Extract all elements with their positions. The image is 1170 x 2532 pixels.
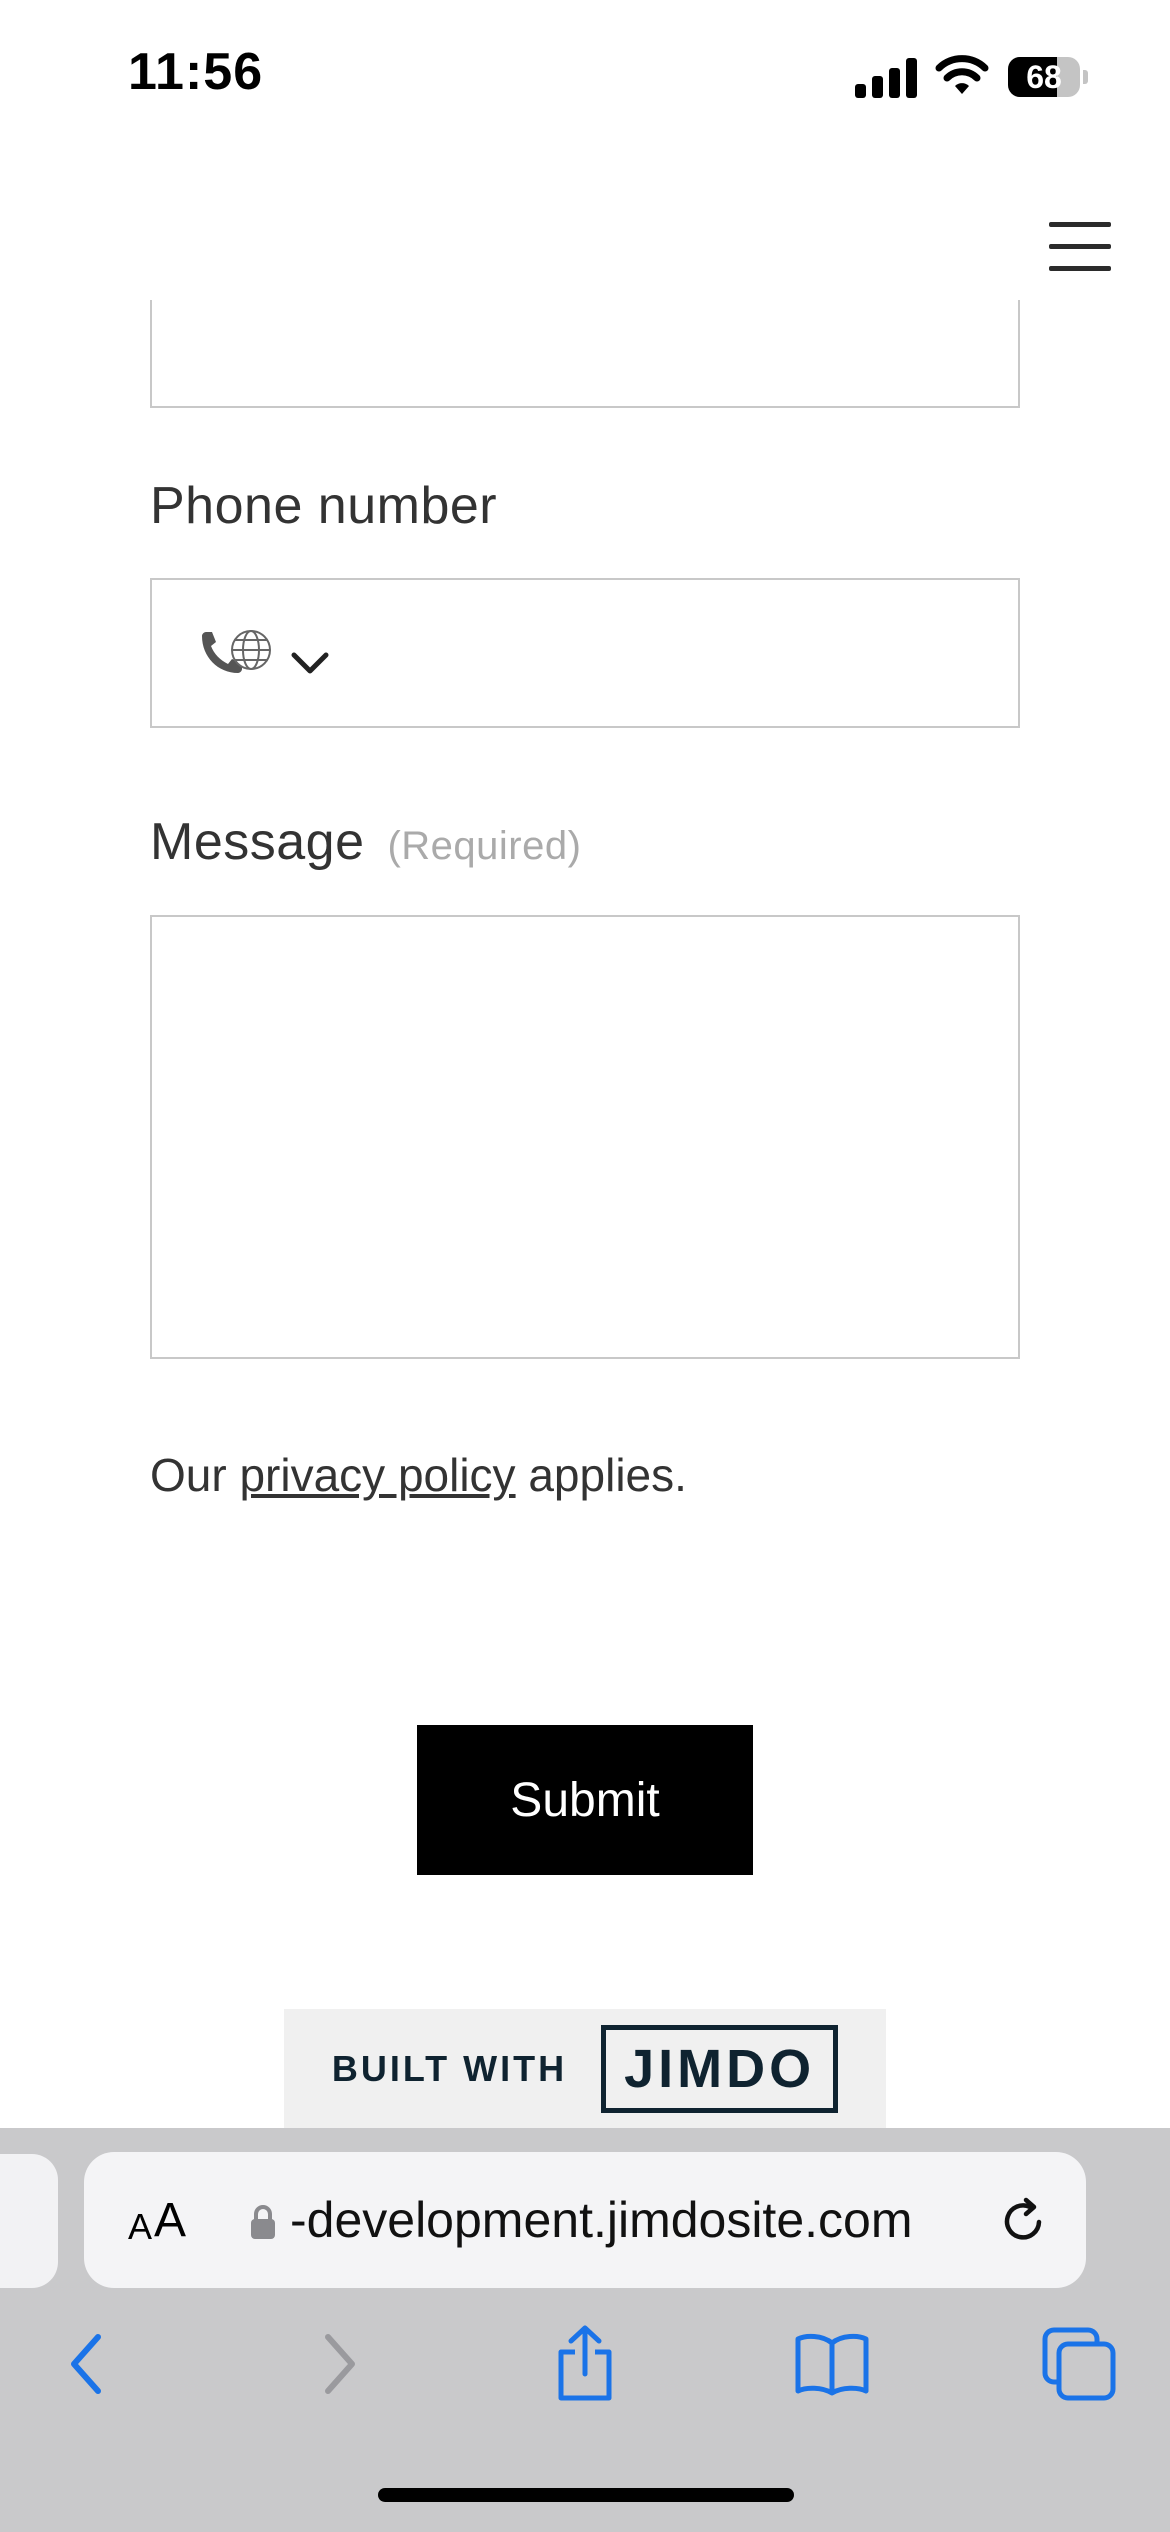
bookmarks-icon	[795, 2333, 869, 2396]
safari-nav-row	[0, 2314, 1170, 2424]
back-button[interactable]	[42, 2314, 132, 2414]
phone-field[interactable]	[150, 578, 1020, 728]
message-label: Message	[150, 813, 365, 871]
reload-icon[interactable]	[996, 2192, 1052, 2248]
url-text: -development.jimdosite.com	[290, 2192, 913, 2248]
address-bar[interactable]: A A -development.jimdosite.com	[84, 2152, 1086, 2288]
privacy-prefix: Our	[150, 1449, 227, 1501]
share-icon	[558, 2325, 612, 2401]
battery-icon: 68	[1008, 57, 1080, 97]
chevron-down-icon[interactable]	[290, 649, 330, 679]
hamburger-menu-icon[interactable]	[1049, 222, 1111, 272]
previous-input-field[interactable]	[150, 300, 1020, 408]
home-indicator	[378, 2488, 794, 2502]
phone-country-selector[interactable]	[196, 624, 336, 684]
battery-tip	[1083, 70, 1088, 84]
share-button[interactable]	[540, 2314, 630, 2414]
reader-aa-button[interactable]: A A	[128, 2192, 186, 2248]
forward-icon	[325, 2334, 355, 2394]
safari-toolbar: A A -development.jimdosite.com	[0, 2128, 1170, 2532]
message-label-row: Message (Required)	[150, 812, 581, 872]
page: 11:56 68 Phone number Message (Required)…	[0, 0, 1170, 2532]
built-with-jimdo-badge[interactable]: BUILT WITH JIMDO	[284, 2009, 886, 2129]
tabs-icon	[1042, 2327, 1116, 2401]
aa-large-letter: A	[154, 2194, 187, 2247]
bookmarks-button[interactable]	[787, 2314, 877, 2414]
privacy-notice: Our privacy policy applies.	[150, 1448, 687, 1502]
phone-input[interactable]	[352, 600, 998, 708]
phone-label: Phone number	[150, 477, 498, 535]
status-time: 11:56	[128, 43, 264, 101]
jimdo-logo: JIMDO	[601, 2025, 839, 2113]
aa-small-letter: A	[128, 2206, 153, 2247]
privacy-suffix: applies.	[528, 1449, 687, 1501]
phone-globe-icon	[202, 630, 271, 673]
built-with-text: BUILT WITH	[331, 2048, 568, 2089]
cellular-signal-icon	[855, 58, 917, 98]
back-icon	[71, 2334, 101, 2394]
forward-button[interactable]	[294, 2314, 384, 2414]
submit-button[interactable]: Submit	[417, 1725, 753, 1875]
required-indicator: (Required)	[387, 824, 582, 868]
battery-percent: 68	[1026, 58, 1062, 95]
wifi-icon	[935, 55, 989, 94]
message-textarea[interactable]	[150, 915, 1020, 1359]
status-bar: 11:56 68	[0, 0, 1170, 150]
previous-tab-peek[interactable]	[0, 2154, 58, 2288]
tabs-button[interactable]	[1034, 2314, 1124, 2414]
privacy-policy-link[interactable]: privacy policy	[239, 1449, 515, 1501]
lock-icon	[251, 2205, 275, 2239]
